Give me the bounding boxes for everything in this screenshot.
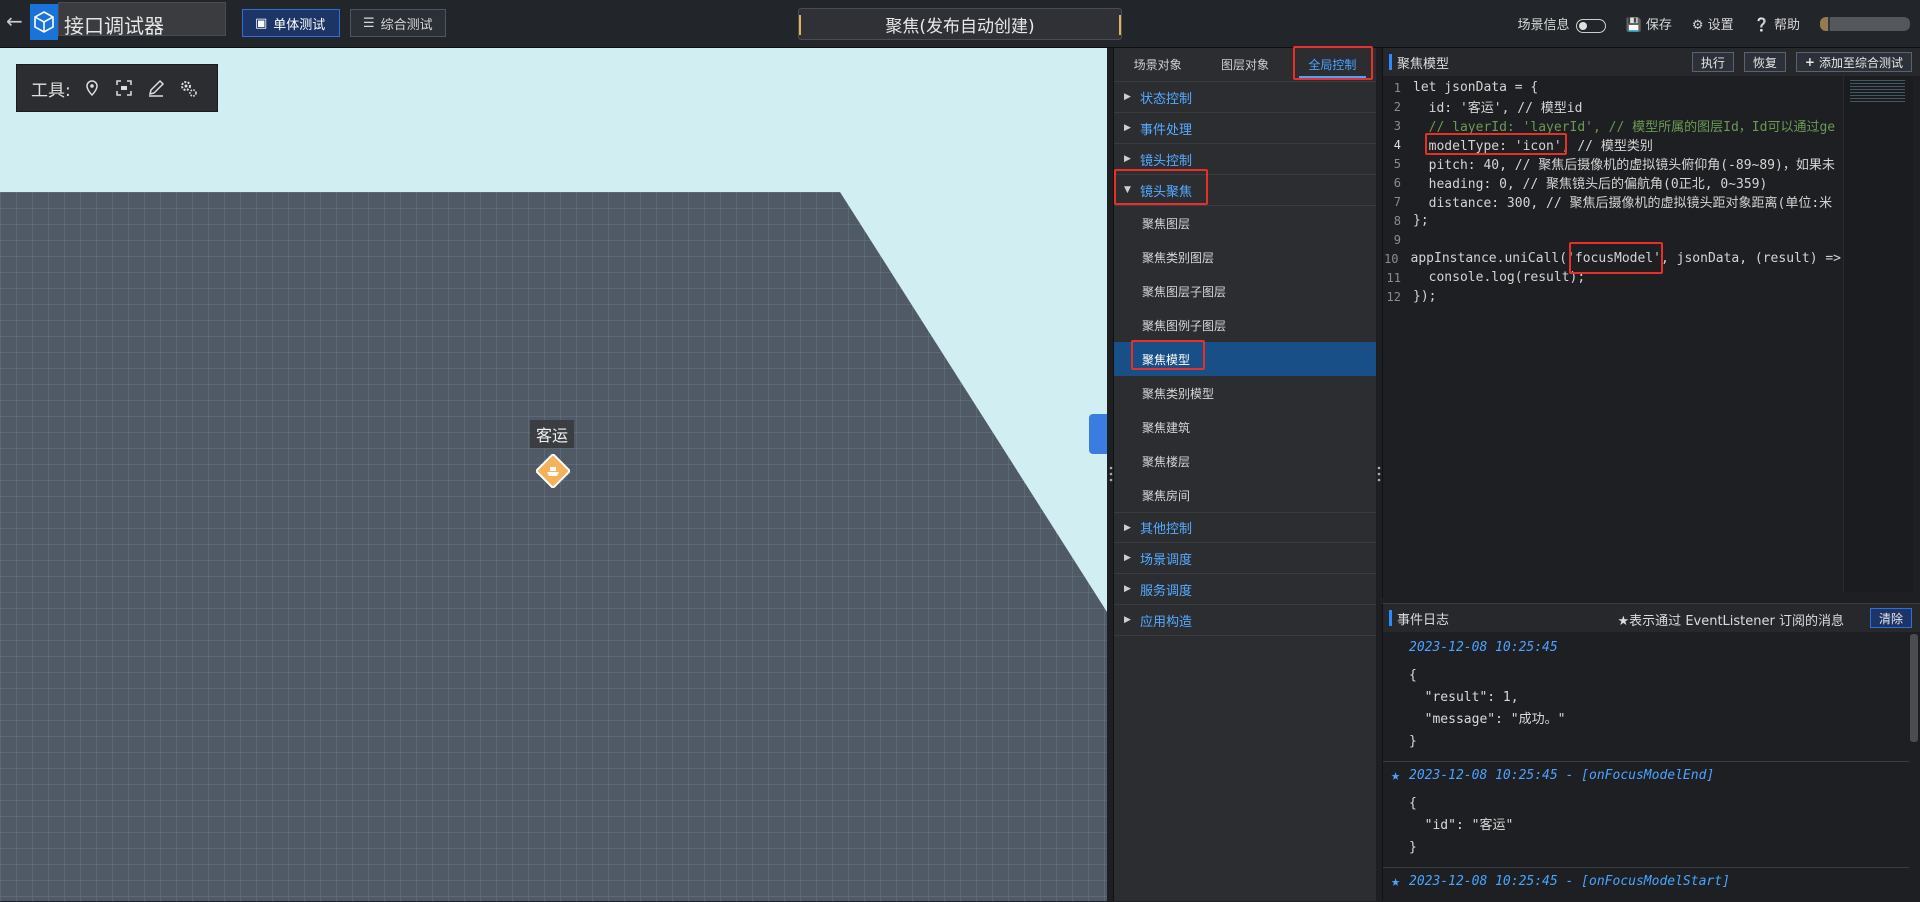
menu-item-focus-building[interactable]: 聚焦建筑 xyxy=(1114,410,1376,444)
log-panel-title: 事件日志 xyxy=(1397,612,1450,628)
caret-right-icon: ▶ xyxy=(1124,123,1131,133)
code-line: 6 heading: 0, // 聚焦镜头后的偏航角(0正北, 0~359) xyxy=(1393,175,1768,193)
menu-item-focus-floor[interactable]: 聚焦楼层 xyxy=(1114,444,1376,478)
menu-item-focus-category-model[interactable]: 聚焦类别模型 xyxy=(1114,376,1376,410)
annotation-highlight xyxy=(1569,242,1663,274)
menu-group-service-dispatch[interactable]: ▶ 服务调度 xyxy=(1114,574,1376,605)
plus-icon: + xyxy=(1804,55,1815,69)
annotation-highlight xyxy=(1114,169,1208,205)
log-legend: ★表示通过 EventListener 订阅的消息 xyxy=(1617,614,1844,629)
star-icon: ★ xyxy=(1391,872,1401,890)
code-line: 8}; xyxy=(1393,213,1429,228)
splitter-handle-icon[interactable] xyxy=(1377,466,1381,482)
caret-right-icon: ▶ xyxy=(1124,615,1131,625)
menu-group-state-control[interactable]: ▶ 状态控制 xyxy=(1114,82,1376,113)
execute-button[interactable]: 执行 xyxy=(1691,52,1734,72)
menu-item-focus-sublayer[interactable]: 聚焦图层子图层 xyxy=(1114,274,1376,308)
code-line: 12}); xyxy=(1386,289,1437,304)
menu-item-focus-legend-sublayer[interactable]: 聚焦图例子图层 xyxy=(1114,308,1376,342)
cube-logo-icon xyxy=(30,4,58,40)
menu-group-other-control[interactable]: ▶ 其他控制 xyxy=(1114,512,1376,543)
menu-item-focus-category-layer[interactable]: 聚焦类别图层 xyxy=(1114,240,1376,274)
event-log-panel: 事件日志 ★表示通过 EventListener 订阅的消息 清除 2023-1… xyxy=(1382,603,1920,901)
gear-icon: ⚙ xyxy=(1691,18,1704,33)
menu-group-scene-dispatch[interactable]: ▶ 场景调度 xyxy=(1114,543,1376,574)
code-panel-title: 聚焦模型 xyxy=(1397,56,1450,72)
tab-scene-objects[interactable]: 场景对象 xyxy=(1114,48,1201,81)
menu-group-app-construction[interactable]: ▶ 应用构造 xyxy=(1114,605,1376,636)
scene-title: 聚焦(发布自动创建) xyxy=(798,8,1122,40)
restore-button[interactable]: 恢复 xyxy=(1743,52,1786,72)
code-minimap[interactable] xyxy=(1843,76,1913,592)
avatar[interactable] xyxy=(1820,16,1910,31)
annotation-highlight xyxy=(1131,340,1205,370)
cube-icon: ▣ xyxy=(255,15,268,31)
code-line: 5 pitch: 40, // 聚焦后摄像机的虚拟镜头俯仰角(-89~89)，如… xyxy=(1393,156,1835,174)
clear-log-button[interactable]: 清除 xyxy=(1869,608,1912,628)
menu-item-focus-layer[interactable]: 聚焦图层 xyxy=(1114,206,1376,240)
grid-ground-plane xyxy=(0,192,1107,901)
caret-right-icon: ▶ xyxy=(1124,553,1131,563)
code-editor-panel: 聚焦模型 执行 恢复 + 添加至综合测试 1 let jsonData = { 2 … xyxy=(1382,48,1920,598)
app-title: 接口调试器 xyxy=(64,14,164,38)
tools-label: 工具: xyxy=(31,80,71,101)
caret-right-icon: ▶ xyxy=(1124,584,1131,594)
code-line: 7 distance: 300, // 聚焦后摄像机的虚拟镜头距对象距离(单位:… xyxy=(1393,194,1833,212)
log-entry: 2023-12-08 10:25:45 { "result": 1, "mess… xyxy=(1383,634,1909,762)
frame-select-icon[interactable] xyxy=(113,77,135,99)
panel-collapse-handle[interactable] xyxy=(1089,414,1107,454)
add-to-combined-button[interactable]: + 添加至综合测试 xyxy=(1795,52,1912,72)
log-list[interactable]: 2023-12-08 10:25:45 { "result": 1, "mess… xyxy=(1383,634,1909,902)
caret-right-icon: ▶ xyxy=(1124,522,1131,533)
settings-button[interactable]: ⚙ 设置 xyxy=(1692,14,1734,33)
log-entry: ★ 2023-12-08 10:25:45 - [onFocusModelStar… xyxy=(1391,872,1730,890)
gears-settings-icon[interactable] xyxy=(177,77,199,99)
scene-info-toggle[interactable]: 场景信息 xyxy=(1517,14,1606,33)
code-panel-header: 聚焦模型 执行 恢复 + 添加至综合测试 xyxy=(1383,48,1920,76)
caret-right-icon: ▶ xyxy=(1124,92,1131,102)
log-entry: ★ 2023-12-08 10:25:45 - [onFocusModelEnd]… xyxy=(1383,762,1909,868)
scene-viewport[interactable]: 工具: 客运 xyxy=(0,48,1107,901)
marker-label: 客运 xyxy=(530,420,575,448)
toggle-switch[interactable] xyxy=(1575,18,1606,33)
location-pick-icon[interactable] xyxy=(81,77,103,99)
passenger-transport-marker-icon[interactable] xyxy=(536,454,570,488)
single-test-button[interactable]: ▣ 单体测试 xyxy=(242,9,340,37)
save-button[interactable]: 💾 保存 xyxy=(1626,14,1672,33)
menu-group-event-handling[interactable]: ▶ 事件处理 xyxy=(1114,113,1376,144)
top-right-toolbar: 场景信息 💾 保存 ⚙ 设置 ❔ 帮助 xyxy=(1517,14,1910,33)
annotation-highlight xyxy=(1293,46,1373,80)
pen-draw-icon[interactable] xyxy=(145,77,167,99)
log-scrollbar[interactable] xyxy=(1910,634,1918,742)
code-line: 2 id: '客运', // 模型id xyxy=(1393,99,1583,117)
menu-item-focus-room[interactable]: 聚焦房间 xyxy=(1114,478,1376,512)
annotation-highlight xyxy=(1425,133,1567,155)
caret-right-icon: ▶ xyxy=(1124,154,1131,164)
log-panel-header: 事件日志 ★表示通过 EventListener 订阅的消息 清除 xyxy=(1383,604,1920,632)
top-bar: ← 接口调试器 ▣ 单体测试 ☰ 综合测试 聚焦(发布自动创建) 场景信息 💾 … xyxy=(0,0,1920,48)
save-icon: 💾 xyxy=(1625,18,1642,33)
layers-icon: ☰ xyxy=(363,15,375,31)
combined-test-button[interactable]: ☰ 综合测试 xyxy=(350,9,446,37)
tab-layer-objects[interactable]: 图层对象 xyxy=(1201,48,1288,81)
back-arrow-icon[interactable]: ← xyxy=(6,10,28,32)
help-button[interactable]: ❔ 帮助 xyxy=(1754,14,1800,33)
star-icon: ★ xyxy=(1391,766,1401,784)
tool-bar: 工具: xyxy=(16,64,218,112)
help-icon: ❔ xyxy=(1753,18,1770,33)
code-line: 1 let jsonData = { xyxy=(1393,80,1539,95)
